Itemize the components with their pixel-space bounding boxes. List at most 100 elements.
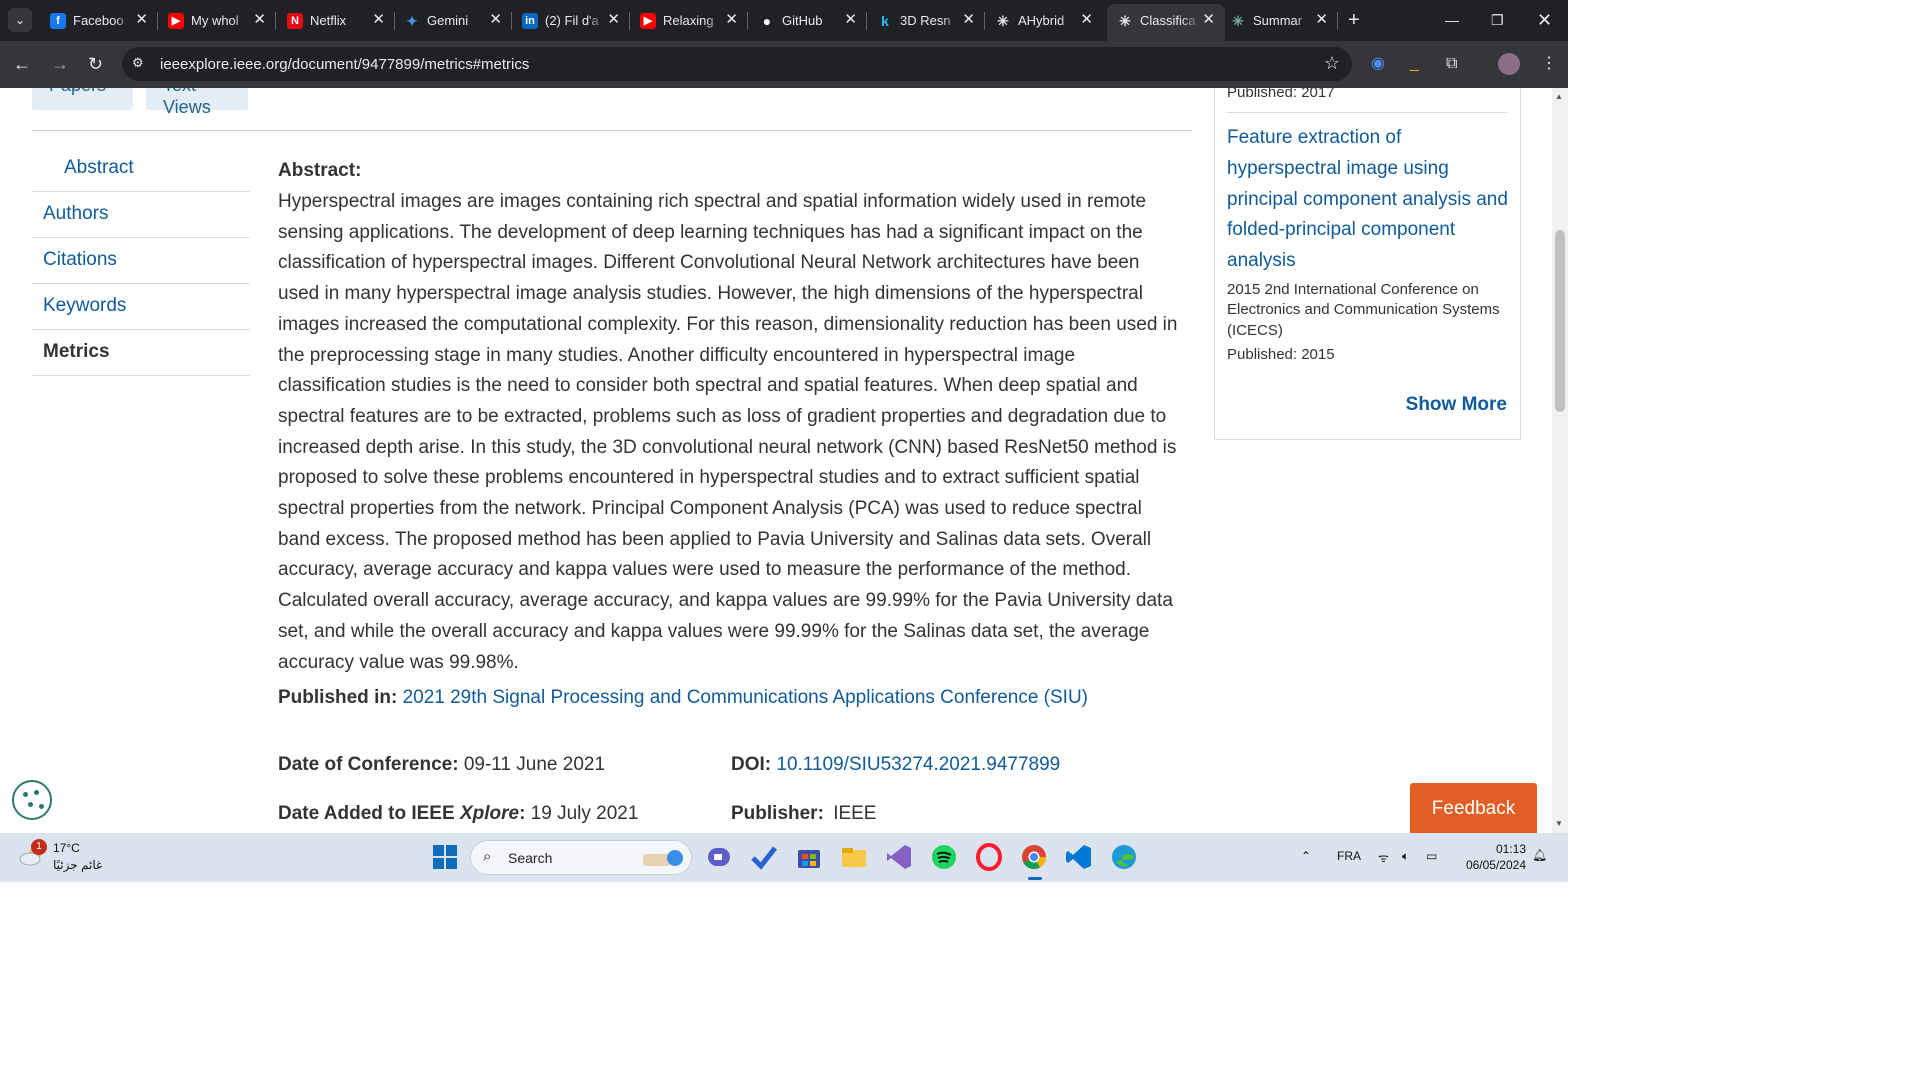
browser-tab[interactable]: N Netflix ✕ xyxy=(277,4,395,37)
close-tab-icon[interactable]: ✕ xyxy=(962,11,975,29)
tab-title: 3D Resn xyxy=(900,13,951,28)
minimize-icon[interactable]: — xyxy=(1445,8,1459,32)
url-text[interactable]: ieeexplore.ieee.org/document/9477899/met… xyxy=(160,56,529,73)
published-in-link[interactable]: 2021 29th Signal Processing and Communic… xyxy=(403,687,1088,708)
doi-label: DOI: xyxy=(731,754,772,775)
windows-start-icon[interactable] xyxy=(431,843,459,871)
github-icon: ● xyxy=(762,13,772,29)
restore-icon[interactable]: ❐ xyxy=(1491,8,1504,32)
tab-separator xyxy=(747,12,748,30)
tab-title: Classifica xyxy=(1140,13,1196,28)
microsoft-store-icon[interactable] xyxy=(795,843,823,871)
input-language[interactable]: FRA xyxy=(1337,849,1361,863)
reload-icon[interactable]: ↻ xyxy=(88,53,103,75)
search-icon: ⌕ xyxy=(483,848,492,865)
similar-articles-card: Published: 2017 Feature extraction of hy… xyxy=(1214,88,1521,440)
nav-item-keywords[interactable]: Keywords xyxy=(32,284,250,330)
scrollbar-thumb[interactable] xyxy=(1555,230,1565,412)
tab-title: Faceboo xyxy=(73,13,124,28)
visual-studio-icon[interactable] xyxy=(885,843,913,871)
related-article-title[interactable]: Feature extraction of hyperspectral imag… xyxy=(1227,123,1512,277)
clock-time: 01:13 xyxy=(1495,842,1526,856)
forward-icon[interactable]: → xyxy=(51,53,69,75)
show-more-button[interactable]: Show More xyxy=(1406,394,1507,416)
browser-tab[interactable]: f Faceboo ✕ xyxy=(40,4,158,37)
cookie-preferences-icon[interactable] xyxy=(12,780,52,820)
youtube-icon: ▶ xyxy=(640,13,656,29)
extension-icon[interactable]: _ xyxy=(1410,54,1419,74)
extensions-puzzle-icon[interactable]: ⧉ xyxy=(1446,54,1457,74)
tab-title: Netflix xyxy=(310,13,347,28)
vscode-icon[interactable] xyxy=(1065,843,1093,871)
chrome-icon[interactable] xyxy=(1020,843,1048,871)
close-tab-icon[interactable]: ✕ xyxy=(1202,11,1215,29)
profile-avatar[interactable] xyxy=(1498,53,1520,75)
bookmark-star-icon[interactable]: ☆ xyxy=(1324,53,1340,74)
tab-title: AHybrid xyxy=(1018,13,1065,28)
date-added: Date Added to IEEE Xplore: 19 July 2021 xyxy=(278,803,638,825)
wifi-icon[interactable]: ᯤ xyxy=(1378,849,1389,866)
browser-tab[interactable]: ✳ Classifica ✕ xyxy=(1107,4,1225,41)
temperature: 17°C xyxy=(53,841,80,855)
close-tab-icon[interactable]: ✕ xyxy=(607,11,620,29)
doi-link[interactable]: 10.1109/SIU53274.2021.9477899 xyxy=(776,754,1060,775)
scroll-down-icon[interactable]: ▼ xyxy=(1555,819,1563,828)
system-clock[interactable]: 01:13 06/05/2024 xyxy=(1456,841,1526,873)
date-added-value: 19 July 2021 xyxy=(530,803,639,824)
close-window-icon[interactable]: ✕ xyxy=(1537,8,1552,32)
papers-button[interactable]: Papers xyxy=(32,88,133,110)
browser-tab[interactable]: ✳ Summar ✕ xyxy=(1220,4,1338,37)
close-tab-icon[interactable]: ✕ xyxy=(372,11,385,29)
browser-tab[interactable]: k 3D Resn ✕ xyxy=(867,4,985,37)
address-bar[interactable]: ⚙ ieeexplore.ieee.org/document/9477899/m… xyxy=(122,47,1352,81)
more-menu-icon[interactable]: ⋮ xyxy=(1541,54,1557,74)
abstract-heading: Abstract: xyxy=(278,160,362,181)
feedback-button[interactable]: Feedback xyxy=(1410,783,1537,833)
browser-toolbar: ← → ↻ ⚙ ieeexplore.ieee.org/document/947… xyxy=(0,41,1568,88)
close-tab-icon[interactable]: ✕ xyxy=(844,11,857,29)
file-explorer-icon[interactable] xyxy=(840,843,868,871)
browser-tab[interactable]: ✦ Gemini ✕ xyxy=(394,4,512,37)
opera-icon[interactable] xyxy=(975,843,1003,871)
search-label: Search xyxy=(508,850,553,866)
netflix-icon: N xyxy=(287,13,303,29)
browser-tab[interactable]: ▶ My whol ✕ xyxy=(158,4,276,37)
facebook-icon: f xyxy=(50,13,66,29)
divider xyxy=(1227,112,1507,113)
back-icon[interactable]: ← xyxy=(13,53,31,75)
page-scrollbar[interactable]: ▲ ▼ xyxy=(1552,88,1568,833)
todo-check-icon[interactable] xyxy=(750,843,778,871)
tab-search-button[interactable]: ⌄ xyxy=(8,8,32,32)
scroll-up-icon[interactable]: ▲ xyxy=(1555,92,1563,101)
edge-icon[interactable] xyxy=(1110,843,1138,871)
tab-separator xyxy=(275,12,276,30)
nav-item-metrics[interactable]: Metrics xyxy=(32,330,250,376)
site-info-icon[interactable]: ⚙ xyxy=(132,55,144,71)
browser-tab[interactable]: ● GitHub ✕ xyxy=(749,4,867,37)
volume-icon[interactable]: 🔈︎ xyxy=(1402,849,1409,864)
chatgpt-icon: ✳ xyxy=(1232,13,1244,29)
close-tab-icon[interactable]: ✕ xyxy=(489,11,502,29)
spotify-icon[interactable] xyxy=(930,843,958,871)
doi: DOI: 10.1109/SIU53274.2021.9477899 xyxy=(731,754,1060,776)
extension-icon[interactable]: ◉ xyxy=(1371,54,1385,74)
close-tab-icon[interactable]: ✕ xyxy=(1315,11,1328,29)
close-tab-icon[interactable]: ✕ xyxy=(253,11,266,29)
teams-chat-icon[interactable] xyxy=(705,843,733,871)
date-of-conference-label: Date of Conference: xyxy=(278,754,459,775)
nav-item-citations[interactable]: Citations xyxy=(32,238,250,284)
taskbar-search-box[interactable]: ⌕ Search xyxy=(470,840,692,875)
new-tab-button[interactable]: + xyxy=(1348,8,1360,32)
browser-tab[interactable]: ▶ Relaxing ✕ xyxy=(630,4,748,37)
text-views-button[interactable]: Text Views xyxy=(146,88,248,117)
close-tab-icon[interactable]: ✕ xyxy=(1080,11,1093,29)
nav-item-authors[interactable]: Authors xyxy=(32,192,250,238)
browser-tab[interactable]: ✳ AHybrid ✕ xyxy=(985,4,1103,37)
close-tab-icon[interactable]: ✕ xyxy=(725,11,738,29)
tray-expand-icon[interactable]: ⌃ xyxy=(1301,849,1311,863)
close-tab-icon[interactable]: ✕ xyxy=(135,11,148,29)
nav-item-abstract[interactable]: Abstract xyxy=(32,146,250,192)
browser-tab[interactable]: in (2) Fil d'a ✕ xyxy=(512,4,630,37)
battery-icon[interactable]: ▭ xyxy=(1426,849,1437,863)
notifications-bell-icon[interactable]: 🔔︎ xyxy=(1532,848,1547,862)
